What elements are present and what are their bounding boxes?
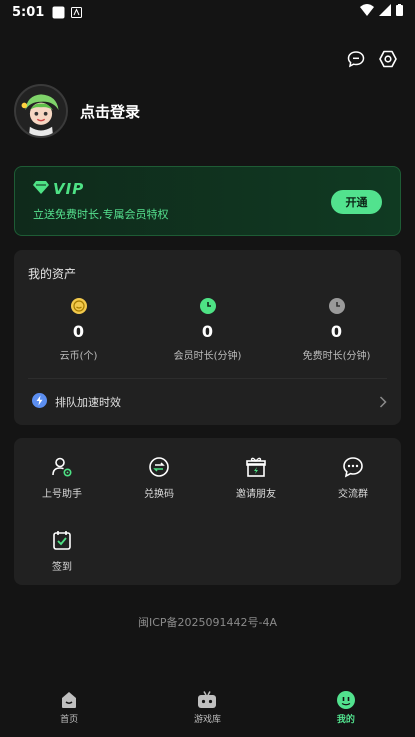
- nav-label: 我的: [336, 715, 355, 725]
- bottom-nav: 首页 游戏库 我的: [0, 690, 415, 737]
- check-in-button[interactable]: 签到: [14, 528, 110, 573]
- nav-game-library[interactable]: 游戏库: [138, 690, 276, 737]
- asset-coins[interactable]: 0 云币(个): [14, 298, 143, 362]
- top-actions: [345, 48, 399, 70]
- assets-title: 我的资产: [28, 267, 77, 281]
- mine-icon: [336, 690, 356, 710]
- home-icon: [59, 690, 79, 710]
- signal-icon: [379, 4, 391, 20]
- asset-value: 0: [201, 322, 214, 341]
- settings-icon[interactable]: [377, 48, 399, 70]
- asset-value: 0: [72, 322, 85, 341]
- asset-member-time[interactable]: 0 会员时长(分钟): [143, 298, 272, 362]
- coin-icon: [70, 298, 87, 314]
- vip-card[interactable]: VIP 立送免费时长,专属会员特权 开通: [14, 166, 401, 236]
- member-time-icon: [199, 298, 216, 314]
- avatar[interactable]: [14, 84, 68, 138]
- chat-group-icon: [341, 455, 365, 479]
- vip-badge: VIP: [53, 179, 85, 198]
- vip-title: VIP: [33, 179, 382, 198]
- profile-section[interactable]: 点击登录: [14, 84, 140, 138]
- queue-boost-label: 排队加速时效: [55, 396, 121, 409]
- queue-boost-row[interactable]: 排队加速时效: [32, 392, 387, 412]
- redeem-code-icon: [147, 455, 171, 479]
- free-time-icon: [328, 298, 345, 314]
- account-assistant-icon: [50, 455, 74, 479]
- divider: [28, 378, 387, 379]
- status-bar: 5:01: [0, 0, 415, 24]
- asset-free-time[interactable]: 0 免费时长(分钟): [272, 298, 401, 362]
- asset-label: 免费时长(分钟): [302, 351, 371, 362]
- vip-subtitle: 立送免费时长,专属会员特权: [33, 208, 169, 221]
- icp-license: 闽ICP备2025091442号-4A: [137, 616, 278, 629]
- function-label: 邀请朋友: [236, 489, 276, 500]
- invite-friend-icon: [244, 455, 268, 479]
- assets-card: 我的资产 0 云币(个) 0 会员时长(分钟) 0 免费时长(分钟) 排队加速时…: [14, 250, 401, 425]
- functions-card: 上号助手 兑换码 邀请朋友 交流群 签到: [14, 438, 401, 585]
- asset-label: 会员时长(分钟): [173, 351, 242, 362]
- battery-icon: [396, 4, 403, 20]
- nav-label: 首页: [60, 715, 79, 725]
- function-label: 兑换码: [144, 489, 174, 500]
- check-in-icon: [50, 528, 74, 552]
- asset-value: 0: [330, 322, 343, 341]
- wifi-icon: [360, 4, 374, 20]
- message-icon[interactable]: [345, 48, 367, 70]
- redeem-code-button[interactable]: 兑换码: [111, 455, 207, 500]
- asset-label: 云币(个): [59, 351, 98, 362]
- game-library-icon: [197, 690, 217, 710]
- function-label: 签到: [52, 562, 72, 573]
- function-label: 交流群: [338, 489, 368, 500]
- nav-label: 游戏库: [193, 715, 221, 725]
- login-button[interactable]: 点击登录: [80, 101, 140, 122]
- notification-icon: [52, 6, 65, 19]
- function-label: 上号助手: [42, 489, 82, 500]
- keyboard-app-icon: [71, 6, 83, 18]
- account-assistant-button[interactable]: 上号助手: [14, 455, 110, 500]
- diamond-icon: [33, 179, 49, 198]
- nav-mine[interactable]: 我的: [277, 690, 415, 737]
- nav-home[interactable]: 首页: [0, 690, 138, 737]
- status-time: 5:01: [12, 4, 45, 20]
- lightning-icon: [32, 392, 47, 412]
- chat-group-button[interactable]: 交流群: [305, 455, 401, 500]
- chevron-right-icon: [379, 393, 387, 412]
- vip-activate-button[interactable]: 开通: [331, 190, 382, 214]
- invite-friend-button[interactable]: 邀请朋友: [208, 455, 304, 500]
